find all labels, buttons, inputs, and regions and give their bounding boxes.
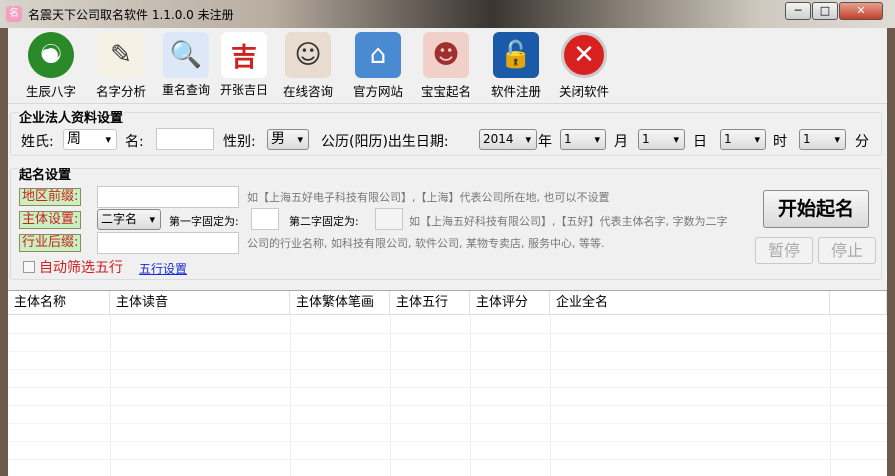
row-divider [8,441,887,442]
window-title: 名震天下公司取名软件 1.1.0.0 未注册 [28,8,234,22]
hour-select[interactable]: 1 [720,129,766,150]
group-title: 起名设置 [19,164,72,183]
wuxing-settings-link[interactable]: 五行设置 [139,260,187,277]
column-divider [110,315,111,476]
month-select[interactable]: 1 [560,129,606,150]
row-divider [8,387,887,388]
main-window: ☯ 生辰八字 ✎ 名字分析 🔍 重名查询 吉开张吉日 ☺ 在线咨询 ⌂ 官方网站 ☻ 宝宝起… [8,28,887,476]
region-hint: 如【上海五好电子科技有限公司】,【上海】代表公司所在地, 也可以不设置 [247,191,610,204]
row-divider [8,405,887,406]
hour-unit: 时 [773,134,787,150]
row-divider [8,333,887,334]
maximize-button[interactable]: □ [812,2,838,20]
house-icon: ⌂ [355,32,401,78]
second-char-label: 第二字固定为: [289,215,359,228]
minute-unit: 分 [855,134,869,150]
day-select[interactable]: 1 [638,129,685,150]
row-divider [8,351,887,352]
column-header-wuxing[interactable]: 主体五行 [390,291,470,315]
day-unit: 日 [693,134,707,150]
surname-select[interactable]: 周 [63,129,117,150]
given-name-input[interactable] [156,128,214,150]
toolbar-label: 开张吉日 [219,83,268,97]
industry-suffix-label: 行业后缀: [19,234,82,252]
column-header-full-name[interactable]: 企业全名 [550,291,830,315]
close-window-button[interactable]: ✕ [839,2,883,20]
auto-filter-label[interactable]: 自动筛选五行 [39,257,123,277]
gender-label: 性别: [223,134,256,150]
toolbar-online-consult-button[interactable]: ☺ 在线咨询 [276,32,340,100]
toolbar-baby-naming-button[interactable]: ☻ 宝宝起名 [414,32,478,100]
first-char-input[interactable] [251,208,279,230]
pencil-icon: ✎ [98,32,144,78]
name-label: 名: [125,134,144,150]
column-header-filler [830,291,887,315]
toolbar-opening-day-button[interactable]: 吉开张吉日 [216,32,272,98]
toolbar-name-analysis-button[interactable]: ✎ 名字分析 [90,32,152,100]
app-icon: 名 [6,6,22,22]
month-unit: 月 [614,134,628,150]
close-circle-icon: ✕ [561,32,607,78]
toolbar-bazi-button[interactable]: ☯ 生辰八字 [20,32,82,100]
start-naming-button[interactable]: 开始起名 [763,190,869,228]
auto-filter-checkbox[interactable] [23,261,35,273]
row-divider [8,423,887,424]
toolbar-label: 软件注册 [490,84,541,99]
calligraphy-icon: 吉 [221,32,267,78]
surname-label: 姓氏: [21,134,54,150]
toolbar-label: 名字分析 [95,84,146,99]
toolbar-duplicate-search-button[interactable]: 🔍 重名查询 [158,32,214,98]
group-title: 企业法人资料设置 [19,107,124,126]
column-divider [390,315,391,476]
year-select[interactable]: 2014 [479,129,537,150]
toolbar-exit-button[interactable]: ✕ 关闭软件 [552,32,616,100]
title-bar: 名 名震天下公司取名软件 1.1.0.0 未注册 ─ □ ✕ [0,0,895,28]
birth-date-label: 公历(阳历)出生日期: [321,134,449,150]
column-header-strokes[interactable]: 主体繁体笔画 [290,291,390,315]
results-table: 主体名称 主体读音 主体繁体笔画 主体五行 主体评分 企业全名 [8,290,887,476]
naming-settings-group: 起名设置 地区前缀: 如【上海五好电子科技有限公司】,【上海】代表公司所在地, … [10,164,882,280]
subject-hint: 如【上海五好科技有限公司】,【五好】代表主体名字, 字数为二字 [409,215,728,228]
person-settings-group: 企业法人资料设置 姓氏: 周 名: 性别: 男 公历(阳历)出生日期: 2014… [10,107,882,156]
column-header-name[interactable]: 主体名称 [8,291,110,315]
gender-select[interactable]: 男 [267,129,309,150]
toolbar-label: 关闭软件 [558,84,609,99]
column-divider [550,315,551,476]
toolbar-label: 生辰八字 [25,84,76,99]
pause-button[interactable]: 暂停 [755,237,813,264]
subject-type-select[interactable]: 二字名 [97,209,161,230]
yin-yang-icon: ☯ [28,32,74,78]
toolbar-label: 重名查询 [161,83,210,97]
column-header-score[interactable]: 主体评分 [470,291,550,315]
column-divider [830,315,831,476]
row-divider [8,369,887,370]
stop-button[interactable]: 停止 [818,237,876,264]
baby-icon: ☻ [423,32,469,78]
region-prefix-label: 地区前缀: [19,188,82,206]
headset-agent-icon: ☺ [285,32,331,78]
toolbar-label: 在线咨询 [282,84,333,99]
suffix-hint: 公司的行业名称, 如科技有限公司, 软件公司, 某物专卖店, 服务中心, 等等. [247,237,605,250]
region-prefix-input[interactable] [97,186,239,208]
toolbar-register-button[interactable]: 🔓 软件注册 [484,32,548,100]
second-char-input[interactable] [375,208,403,230]
year-unit: 年 [538,134,552,150]
minimize-button[interactable]: ─ [785,2,811,20]
column-divider [290,315,291,476]
toolbar-label: 官方网站 [352,84,403,99]
toolbar-website-button[interactable]: ⌂ 官方网站 [346,32,410,100]
subject-setting-label: 主体设置: [19,211,82,229]
industry-suffix-input[interactable] [97,232,239,254]
toolbar: ☯ 生辰八字 ✎ 名字分析 🔍 重名查询 吉开张吉日 ☺ 在线咨询 ⌂ 官方网站 ☻ 宝宝起… [8,28,887,104]
magnifier-icon: 🔍 [163,32,209,78]
toolbar-label: 宝宝起名 [420,84,471,99]
column-divider [470,315,471,476]
column-header-pronunciation[interactable]: 主体读音 [110,291,290,315]
lock-icon: 🔓 [493,32,539,78]
row-divider [8,459,887,460]
first-char-label: 第一字固定为: [169,215,239,228]
minute-select[interactable]: 1 [799,129,846,150]
